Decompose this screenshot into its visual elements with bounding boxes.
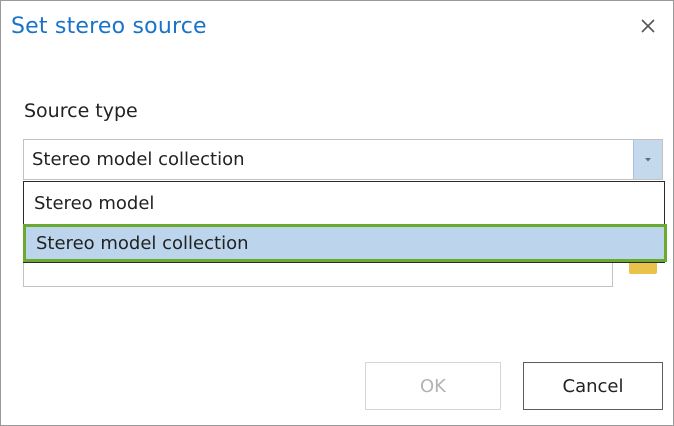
option-stereo-model-collection[interactable]: Stereo model collection — [23, 224, 667, 262]
ok-button[interactable]: OK — [365, 362, 501, 410]
source-type-label: Source type — [24, 100, 138, 122]
set-stereo-source-dialog: Set stereo source Source type Stereo mod… — [0, 0, 674, 426]
source-type-dropdown-list: Stereo model Stereo model collection — [23, 181, 667, 263]
source-type-combobox[interactable]: Stereo model collection — [23, 139, 663, 180]
close-icon — [641, 19, 655, 33]
source-type-selected-value: Stereo model collection — [32, 149, 245, 170]
option-stereo-model[interactable]: Stereo model — [24, 186, 664, 222]
close-button[interactable] — [633, 11, 663, 41]
dialog-title: Set stereo source — [11, 14, 207, 39]
dropdown-toggle[interactable] — [633, 140, 662, 179]
cancel-button[interactable]: Cancel — [523, 362, 663, 410]
chevron-down-icon — [645, 157, 651, 161]
